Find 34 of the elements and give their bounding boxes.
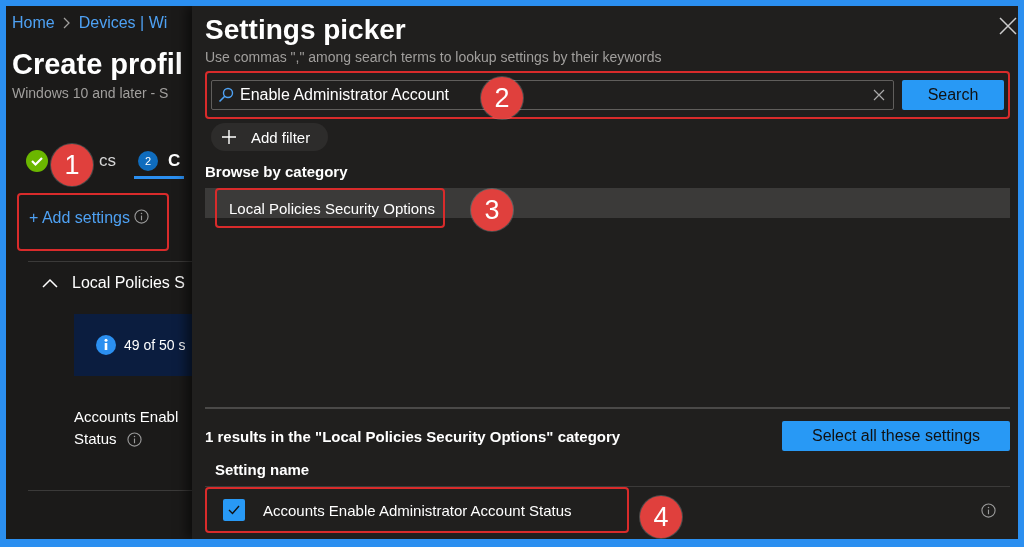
checkmark-icon xyxy=(227,503,241,517)
clear-icon[interactable] xyxy=(873,89,885,101)
category-label: Local Policies Security Options xyxy=(229,199,435,217)
add-filter-button[interactable]: Add filter xyxy=(211,123,329,151)
section-heading: Browse by category xyxy=(205,163,349,180)
search-icon xyxy=(218,87,234,103)
step-label[interactable]: C xyxy=(168,150,181,171)
close-icon[interactable] xyxy=(998,16,1018,36)
checkbox[interactable] xyxy=(223,499,245,521)
setting-name: Accounts Enable Administrator Account Status xyxy=(263,501,572,519)
panel-hint: Use commas "," among search terms to lookup settings by their keywords xyxy=(205,49,663,65)
search-button[interactable]: Search xyxy=(902,80,1004,110)
step-label[interactable]: cs xyxy=(99,150,116,171)
breadcrumb-link[interactable]: Home xyxy=(12,14,55,32)
info-text: 49 of 50 s xyxy=(124,337,186,353)
info-icon xyxy=(96,335,116,355)
step-number: 2 xyxy=(138,150,158,171)
info-icon xyxy=(133,209,149,224)
info-icon xyxy=(126,431,142,447)
setting-label: Status xyxy=(74,429,117,449)
page-subtitle: Windows 10 and later - S xyxy=(12,85,170,101)
chevron-up-icon[interactable] xyxy=(42,278,58,288)
add-settings-link[interactable]: + Add settings xyxy=(29,209,130,227)
section-title: Local Policies S xyxy=(72,274,185,292)
select-all-button[interactable]: Select all these settings xyxy=(782,421,1010,451)
results-summary: 1 results in the "Local Policies Security Options" category xyxy=(205,427,621,445)
breadcrumb-link[interactable]: Devices | Wi xyxy=(78,14,168,32)
column-header: Setting name xyxy=(215,461,311,478)
chevron-right-icon xyxy=(62,17,71,29)
plus-icon xyxy=(221,129,237,145)
setting-label: Accounts Enabl xyxy=(74,407,179,427)
info-icon xyxy=(981,502,996,518)
panel-title: Settings picker xyxy=(205,13,406,47)
page-title: Create profil xyxy=(12,47,184,81)
